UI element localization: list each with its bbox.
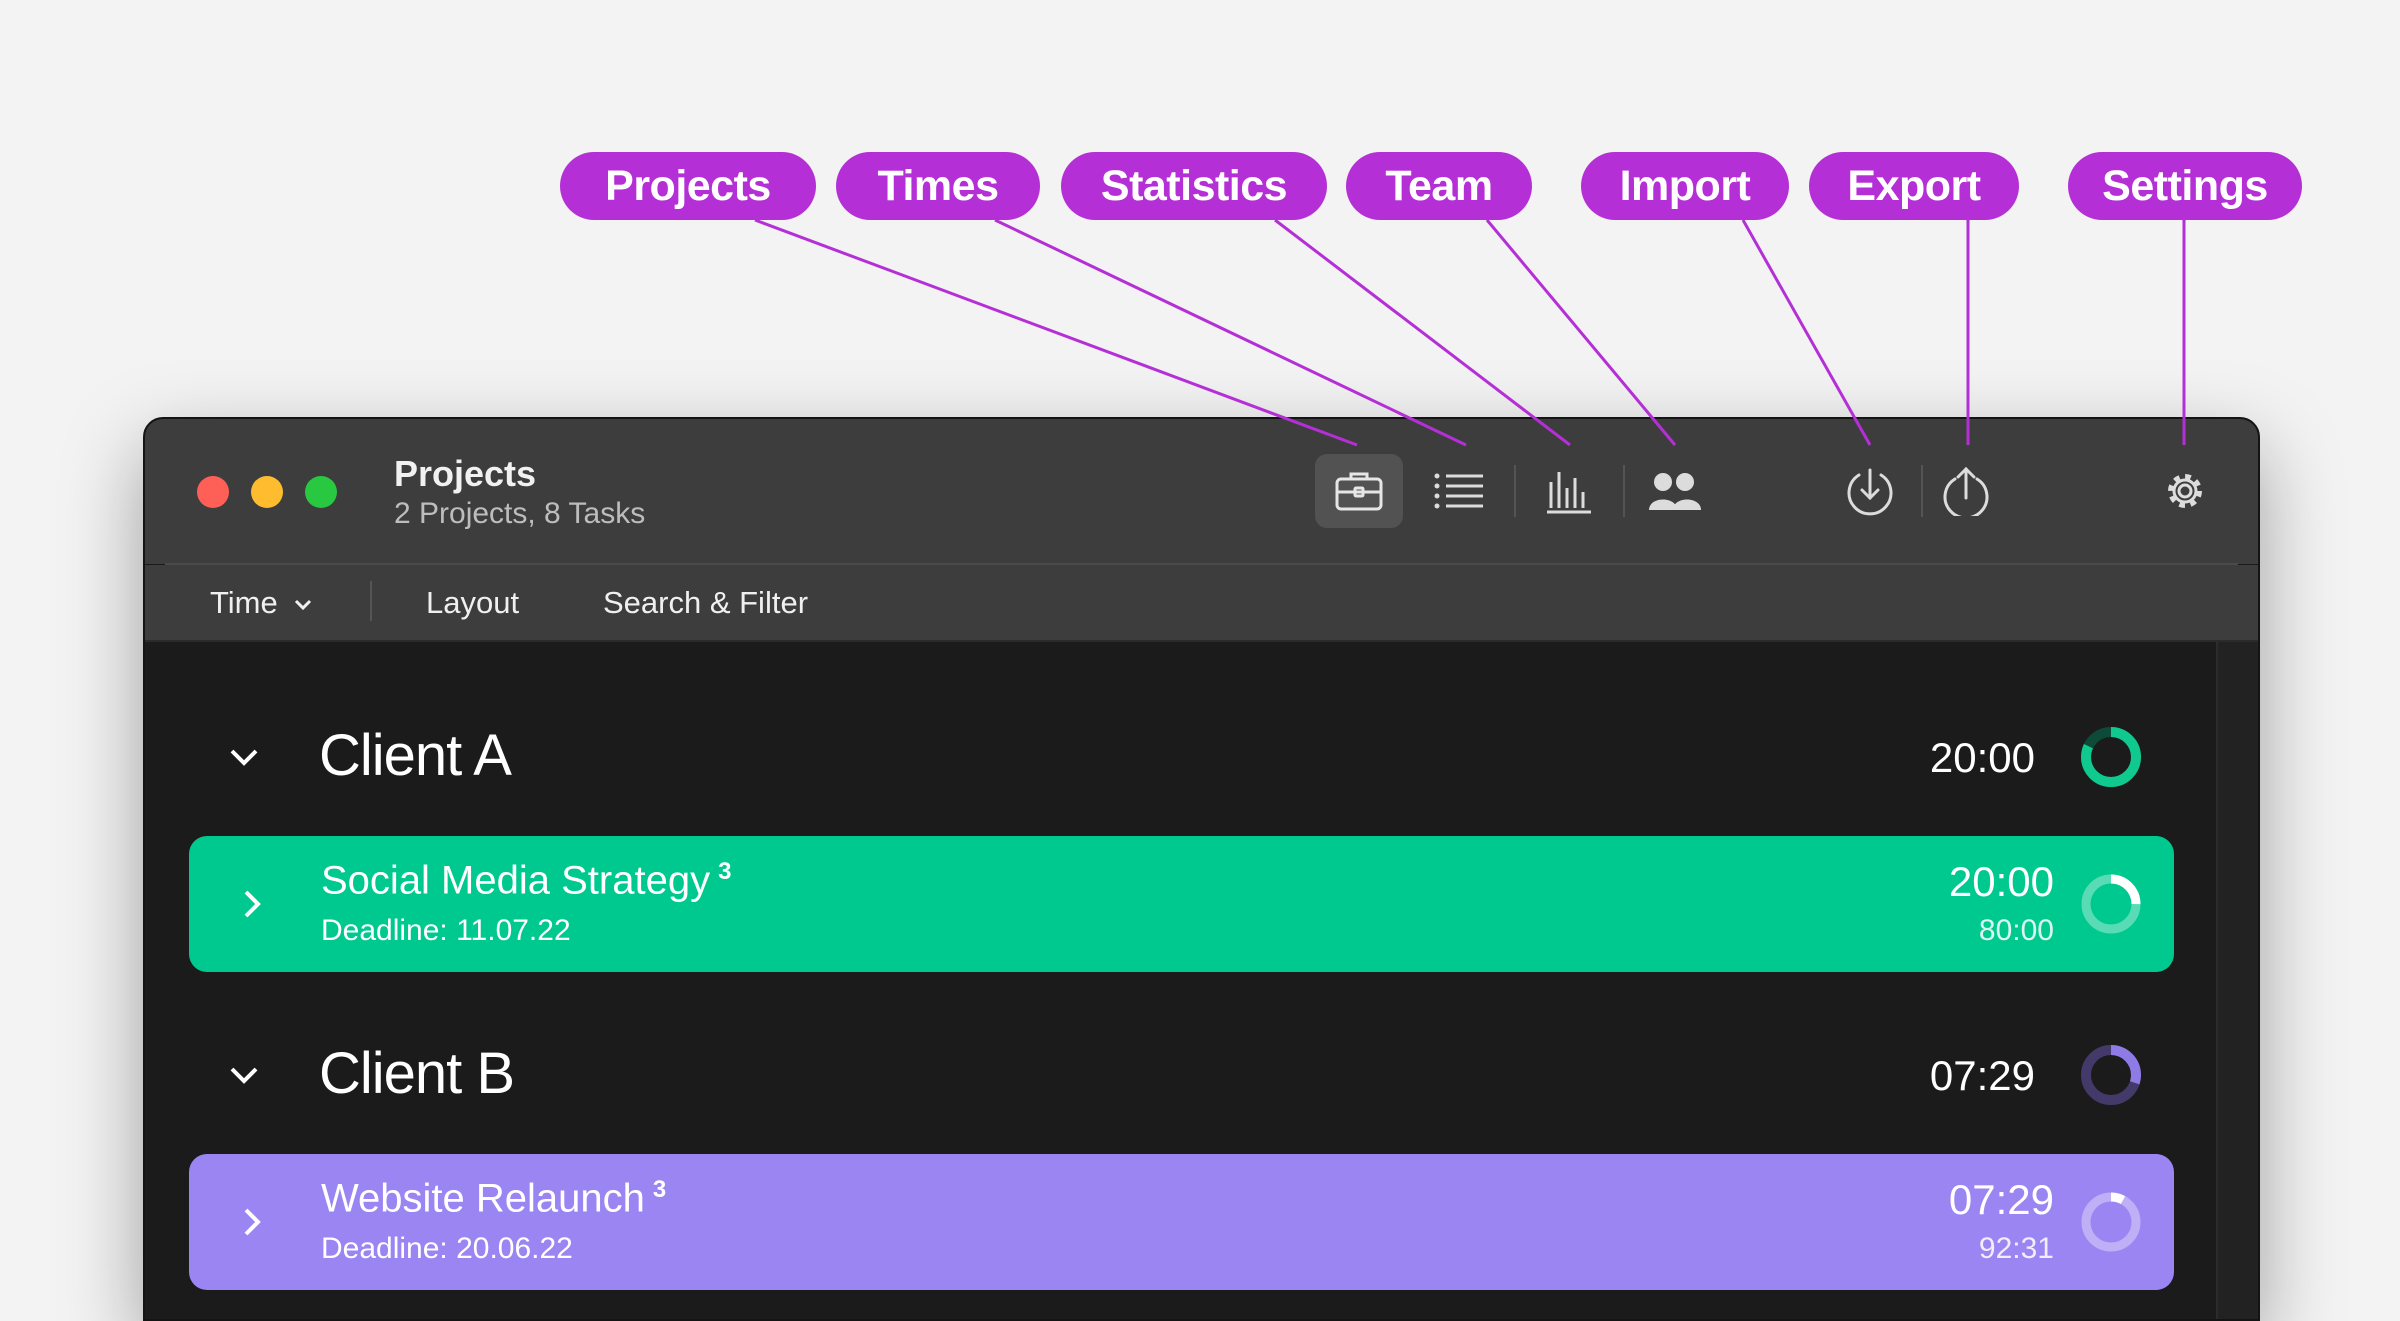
chevron-right-icon[interactable] bbox=[235, 886, 269, 922]
layout-button[interactable]: Layout bbox=[426, 585, 519, 621]
export-icon bbox=[1943, 466, 1989, 516]
project-title-text: Website Relaunch bbox=[321, 1176, 645, 1221]
project-title: Social Media Strategy 3 bbox=[321, 858, 731, 903]
time-menu[interactable]: Time bbox=[210, 585, 312, 621]
titlebar: Projects 2 Projects, 8 Tasks bbox=[145, 419, 2258, 565]
project-time: 07:29 bbox=[1948, 1176, 2054, 1223]
group-time: 20:00 bbox=[1929, 734, 2035, 781]
callout-statistics: Statistics bbox=[1061, 152, 1327, 220]
task-count: 3 bbox=[652, 1176, 667, 1203]
project-time: 20:00 bbox=[1948, 858, 2054, 905]
group-time: 07:29 bbox=[1929, 1052, 2035, 1099]
callout-export: Export bbox=[1809, 152, 2019, 220]
callout-import: Import bbox=[1581, 152, 1789, 220]
zoom-window-button[interactable] bbox=[305, 476, 337, 508]
toolbar-separator bbox=[370, 581, 372, 621]
project-list: Client A 20:00 Social Media Strategy 3 De… bbox=[145, 642, 2258, 1319]
app-window: Projects 2 Projects, 8 Tasks Time Layout… bbox=[143, 417, 2260, 1321]
group-header-client-b[interactable]: Client B 07:29 bbox=[145, 1030, 2205, 1120]
group-name: Client B bbox=[319, 1041, 515, 1106]
project-deadline: Deadline: 11.07.22 bbox=[321, 914, 571, 947]
time-menu-label: Time bbox=[210, 585, 278, 620]
times-button[interactable] bbox=[1415, 454, 1503, 528]
projects-button[interactable] bbox=[1315, 454, 1403, 528]
close-window-button[interactable] bbox=[197, 476, 229, 508]
project-progress-ring bbox=[2081, 1192, 2141, 1252]
chevron-down-icon[interactable] bbox=[227, 1058, 261, 1092]
chevron-right-icon[interactable] bbox=[235, 1204, 269, 1240]
callout-times: Times bbox=[836, 152, 1040, 220]
import-icon bbox=[1847, 468, 1893, 516]
toolbar-separator bbox=[1514, 465, 1516, 517]
callout-team: Team bbox=[1346, 152, 1532, 220]
project-card-website-relaunch[interactable]: Website Relaunch 3 Deadline: 20.06.22 07:… bbox=[189, 1154, 2174, 1290]
import-button[interactable] bbox=[1826, 454, 1914, 528]
search-filter-button[interactable]: Search & Filter bbox=[603, 585, 808, 621]
project-total: 92:31 bbox=[1978, 1232, 2054, 1265]
chevron-down-icon[interactable] bbox=[227, 740, 261, 774]
task-count: 3 bbox=[718, 858, 732, 885]
callout-settings: Settings bbox=[2068, 152, 2302, 220]
project-title: Website Relaunch 3 bbox=[321, 1176, 666, 1221]
project-card-social-media[interactable]: Social Media Strategy 3 Deadline: 11.07.2… bbox=[189, 836, 2174, 972]
chevron-down-icon bbox=[295, 599, 312, 610]
statistics-button[interactable] bbox=[1525, 454, 1613, 528]
project-total: 80:00 bbox=[1978, 914, 2054, 947]
window-subtitle: 2 Projects, 8 Tasks bbox=[394, 497, 646, 530]
group-name: Client A bbox=[319, 723, 512, 788]
briefcase-icon bbox=[1335, 472, 1383, 511]
team-icon bbox=[1649, 473, 1701, 510]
gear-icon bbox=[2168, 474, 2202, 508]
progress-ring bbox=[2081, 727, 2141, 787]
toolbar-separator bbox=[1623, 465, 1625, 517]
secondary-toolbar: Time Layout Search & Filter bbox=[145, 565, 2258, 642]
project-progress-ring bbox=[2081, 874, 2141, 934]
progress-ring bbox=[2081, 1045, 2141, 1105]
window-title: Projects bbox=[394, 453, 537, 494]
callout-projects: Projects bbox=[560, 152, 816, 220]
group-header-client-a[interactable]: Client A 20:00 bbox=[145, 712, 2205, 802]
project-deadline: Deadline: 20.06.22 bbox=[321, 1232, 573, 1265]
project-title-text: Social Media Strategy bbox=[321, 858, 711, 903]
minimize-window-button[interactable] bbox=[251, 476, 283, 508]
settings-button[interactable] bbox=[2141, 454, 2229, 528]
team-button[interactable] bbox=[1631, 454, 1719, 528]
bar-chart-icon bbox=[1547, 472, 1591, 514]
export-button[interactable] bbox=[1922, 454, 2010, 528]
list-icon bbox=[1434, 473, 1483, 509]
scrollbar[interactable] bbox=[2216, 642, 2258, 1319]
